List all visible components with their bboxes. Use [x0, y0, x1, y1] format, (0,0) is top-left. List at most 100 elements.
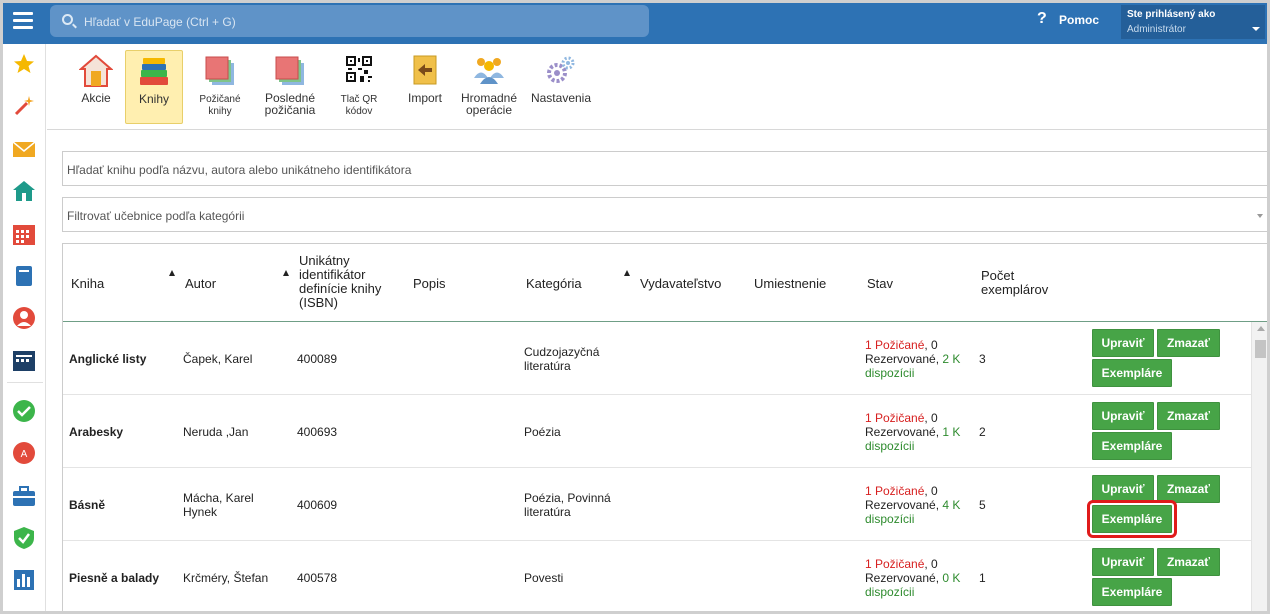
clock-calendar-icon[interactable]	[12, 348, 36, 372]
envelope-icon[interactable]	[12, 137, 36, 161]
header-vydavatelstvo[interactable]: Vydavateľstvo	[640, 277, 721, 291]
delete-button[interactable]: Zmazať	[1157, 548, 1220, 576]
book-search-input[interactable]: Hľadať knihu podľa názvu, autora alebo u…	[62, 151, 1267, 186]
tool-import[interactable]: Import	[397, 50, 453, 124]
tool-import-label: Import	[407, 91, 442, 105]
book-status: 1 Požičané, 0 Rezervované, 1 K dispozíci…	[865, 411, 973, 453]
status-reserved: Rezervované,	[865, 352, 943, 366]
tool-nastavenia-label: Nastavenia	[530, 91, 592, 105]
scroll-up-icon[interactable]	[1257, 326, 1265, 331]
briefcase-icon[interactable]	[12, 484, 36, 508]
book-copy-count: 2	[979, 425, 986, 439]
user-menu[interactable]: Ste prihlásený ako Administrátor	[1121, 5, 1265, 39]
status-borrowed: 1 Požičané	[865, 411, 925, 425]
category-filter-select[interactable]: Filtrovať učebnice podľa kategórii	[62, 197, 1267, 232]
help-icon[interactable]: ?	[1037, 10, 1047, 28]
copies-button[interactable]: Exempláre	[1092, 432, 1172, 460]
chevron-down-icon	[1252, 27, 1260, 31]
shield-check-icon[interactable]	[12, 526, 36, 550]
star-icon[interactable]	[12, 52, 36, 76]
header-kategoria[interactable]: Kategória	[526, 277, 582, 291]
delete-button[interactable]: Zmazať	[1157, 329, 1220, 357]
book-category: Poézia	[524, 425, 561, 439]
tool-pozicane-knihy[interactable]: Požičané knihy	[187, 50, 253, 124]
tool-akcie[interactable]: Akcie	[67, 50, 125, 124]
header-autor[interactable]: Autor	[185, 277, 216, 291]
copies-button-highlighted[interactable]: Exempláre	[1087, 500, 1177, 538]
header-stav[interactable]: Stav	[867, 277, 893, 291]
book-category: Poézia, Povinná literatúra	[524, 491, 611, 519]
tool-tlac-qr-kodov[interactable]: Tlač QR kódov	[326, 50, 392, 124]
home-icon[interactable]	[12, 179, 36, 203]
status-available: 2 K	[942, 352, 961, 366]
tool-nastavenia[interactable]: Nastavenia	[527, 50, 595, 124]
header-popis[interactable]: Popis	[413, 277, 446, 291]
status-reserved-count: , 0	[924, 411, 938, 425]
tool-tlac-qr-kodov-label: Tlač QR kódov	[340, 94, 378, 117]
calendar-grid-icon[interactable]	[12, 222, 36, 246]
door-house-icon	[79, 54, 113, 87]
tool-posledne-pozicania[interactable]: Posledné požičania	[259, 50, 321, 124]
book-copy-count: 3	[979, 352, 986, 366]
scrollbar-thumb[interactable]	[1255, 340, 1266, 358]
header-umiestnenie[interactable]: Umiestnenie	[754, 277, 826, 291]
check-circle-icon[interactable]	[12, 399, 36, 423]
edit-button[interactable]: Upraviť	[1092, 548, 1154, 576]
header-pocet[interactable]: Počet exemplárov	[981, 269, 1061, 297]
global-search-input[interactable]: Hľadať v EduPage (Ctrl + G)	[50, 5, 649, 37]
module-toolbar: Akcie Knihy Požičané knihy Posledné poži…	[47, 44, 1267, 130]
sort-asc-icon[interactable]	[624, 270, 630, 276]
status-available-suffix: dispozícii	[865, 585, 915, 599]
tool-hromadne-operacie-label: Hromadné operácie	[460, 91, 518, 117]
app-frame: Hľadať v EduPage (Ctrl + G) ? Pomoc Ste …	[0, 0, 1270, 614]
status-available-suffix: dispozícii	[865, 512, 915, 526]
book-isbn: 400578	[297, 571, 338, 585]
bar-chart-icon[interactable]	[12, 568, 36, 592]
book-status: 1 Požičané, 0 Rezervované, 2 K dispozíci…	[865, 338, 973, 380]
status-available: 0 K	[942, 571, 961, 585]
stacked-books-icon	[140, 58, 168, 85]
status-borrowed: 1 Požičané	[865, 338, 925, 352]
edit-button[interactable]: Upraviť	[1092, 475, 1154, 503]
tool-pozicane-knihy-label: Požičané knihy	[199, 94, 241, 117]
hamburger-menu-icon[interactable]	[13, 12, 33, 30]
table-header: Kniha Autor Unikátny identifikátor defin…	[63, 244, 1267, 322]
table-scrollbar[interactable]	[1251, 322, 1267, 611]
book-title: Piesně a balady	[69, 571, 160, 585]
import-arrow-icon	[413, 55, 437, 85]
tool-hromadne-operacie[interactable]: Hromadné operácie	[457, 50, 521, 124]
book-isbn: 400609	[297, 498, 338, 512]
book-author: Mácha, Karel Hynek	[183, 491, 254, 519]
table-row: Básně Mácha, Karel Hynek 400609 Poézia, …	[63, 468, 1251, 541]
tool-knihy-label: Knihy	[138, 92, 170, 106]
search-icon	[62, 14, 73, 25]
delete-button[interactable]: Zmazať	[1157, 475, 1220, 503]
sort-asc-icon[interactable]	[283, 270, 289, 276]
header-isbn[interactable]: Unikátny identifikátor definície knihy (…	[299, 254, 399, 310]
copies-button[interactable]: Exempláre	[1092, 359, 1172, 387]
book-icon[interactable]	[12, 264, 36, 288]
status-reserved-count: , 0	[924, 338, 938, 352]
edit-button[interactable]: Upraviť	[1092, 329, 1154, 357]
table-row: Anglické listy Čapek, Karel 400089 Cudzo…	[63, 322, 1251, 395]
book-isbn: 400693	[297, 425, 338, 439]
magic-wand-icon[interactable]	[12, 94, 36, 118]
book-status: 1 Požičané, 0 Rezervované, 4 K dispozíci…	[865, 484, 973, 526]
status-available-suffix: dispozícii	[865, 366, 915, 380]
status-borrowed: 1 Požičané	[865, 484, 925, 498]
book-category: Povesti	[524, 571, 564, 585]
book-isbn: 400089	[297, 352, 338, 366]
book-author: Čapek, Karel	[183, 352, 253, 366]
edit-button[interactable]: Upraviť	[1092, 402, 1154, 430]
tool-knihy[interactable]: Knihy	[125, 50, 183, 124]
status-reserved-count: , 0	[924, 557, 938, 571]
category-filter-placeholder: Filtrovať učebnice podľa kategórii	[67, 209, 245, 223]
sort-asc-icon[interactable]	[169, 270, 175, 276]
status-available: 1 K	[942, 425, 961, 439]
copies-button[interactable]: Exempláre	[1092, 578, 1172, 606]
header-kniha[interactable]: Kniha	[71, 277, 104, 291]
person-icon[interactable]	[12, 306, 36, 330]
help-link[interactable]: Pomoc	[1059, 13, 1099, 27]
delete-button[interactable]: Zmazať	[1157, 402, 1220, 430]
red-badge-icon[interactable]: A	[12, 441, 36, 465]
